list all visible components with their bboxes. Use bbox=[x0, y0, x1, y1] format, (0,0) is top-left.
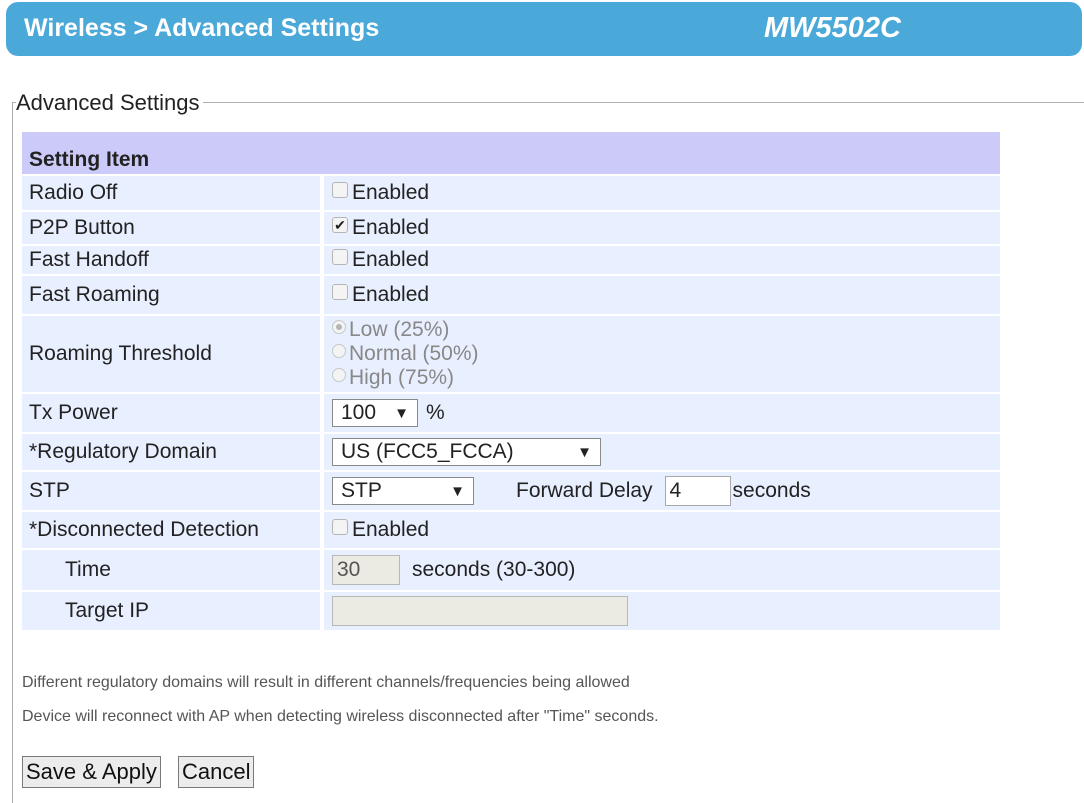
roaming-threshold-high-radio bbox=[332, 368, 346, 382]
time-input[interactable]: 30 bbox=[332, 555, 400, 585]
target-ip-label: Target IP bbox=[65, 599, 150, 622]
tx-power-value: 100 bbox=[341, 401, 377, 424]
row-stp: STP STP ▼ Forward Delay 4 seconds bbox=[22, 470, 1000, 510]
roaming-threshold-option-low: Low (25%) bbox=[332, 318, 479, 342]
row-fast-roaming: Fast Roaming Enabled bbox=[22, 274, 1000, 314]
radio-off-label: Radio Off bbox=[29, 181, 118, 204]
row-time: Time 30 seconds (30-300) bbox=[22, 548, 1000, 590]
fast-handoff-enabled-label: Enabled bbox=[352, 248, 430, 271]
p2p-button-checkbox[interactable]: ✔ bbox=[332, 217, 348, 233]
fast-roaming-checkbox[interactable] bbox=[332, 284, 348, 300]
tx-power-select[interactable]: 100 ▼ bbox=[332, 399, 418, 427]
disconnected-detection-enabled-label: Enabled bbox=[352, 518, 430, 541]
fieldset-legend: Advanced Settings bbox=[16, 90, 204, 116]
row-tx-power: Tx Power 100 ▼ % bbox=[22, 392, 1000, 432]
roaming-threshold-radio-group: Low (25%) Normal (50%) High (75%) bbox=[332, 318, 479, 390]
row-disconnected-detection: *Disconnected Detection Enabled bbox=[22, 510, 1000, 548]
roaming-threshold-low-radio bbox=[332, 320, 346, 334]
target-ip-input[interactable] bbox=[332, 596, 628, 626]
device-model: MW5502C bbox=[764, 12, 901, 44]
roaming-threshold-option-normal: Normal (50%) bbox=[332, 342, 479, 366]
cancel-button[interactable]: Cancel bbox=[178, 756, 255, 788]
roaming-threshold-normal-radio bbox=[332, 344, 346, 358]
column-header-setting-item: Setting Item bbox=[29, 148, 150, 171]
page-title: Wireless > Advanced Settings bbox=[24, 14, 380, 42]
settings-table: Setting Item Radio Off Enabled P2P Butto… bbox=[22, 132, 1000, 630]
row-roaming-threshold: Roaming Threshold Low (25%) Normal (50%)… bbox=[22, 314, 1000, 392]
row-fast-handoff: Fast Handoff Enabled bbox=[22, 244, 1000, 274]
roaming-threshold-low-label: Low (25%) bbox=[349, 318, 450, 341]
roaming-threshold-normal-label: Normal (50%) bbox=[349, 342, 479, 365]
disconnected-detection-label: *Disconnected Detection bbox=[29, 518, 259, 541]
row-radio-off: Radio Off Enabled bbox=[22, 174, 1000, 210]
chevron-down-icon: ▼ bbox=[450, 482, 465, 500]
forward-delay-unit: seconds bbox=[732, 479, 811, 502]
note-regulatory-domain: Different regulatory domains will result… bbox=[22, 674, 630, 691]
forward-delay-input[interactable]: 4 bbox=[664, 476, 731, 506]
chevron-down-icon: ▼ bbox=[577, 443, 592, 461]
page-header: Wireless > Advanced Settings MW5502C bbox=[6, 2, 1082, 56]
regulatory-domain-value: US (FCC5_FCCA) bbox=[341, 440, 514, 463]
row-target-ip: Target IP bbox=[22, 590, 1000, 630]
save-apply-button[interactable]: Save & Apply bbox=[22, 756, 161, 788]
fast-roaming-enabled-label: Enabled bbox=[352, 283, 430, 306]
tx-power-label: Tx Power bbox=[29, 401, 118, 424]
regulatory-domain-select[interactable]: US (FCC5_FCCA) ▼ bbox=[332, 438, 601, 466]
radio-off-enabled-label: Enabled bbox=[352, 181, 430, 204]
roaming-threshold-label: Roaming Threshold bbox=[29, 342, 212, 365]
tx-power-unit: % bbox=[426, 401, 445, 424]
fast-roaming-label: Fast Roaming bbox=[29, 283, 160, 306]
stp-value: STP bbox=[341, 479, 382, 502]
note-disconnected-detection: Device will reconnect with AP when detec… bbox=[22, 708, 659, 725]
fast-handoff-checkbox[interactable] bbox=[332, 249, 348, 265]
time-label: Time bbox=[65, 558, 111, 581]
disconnected-detection-checkbox[interactable] bbox=[332, 519, 348, 535]
p2p-button-label: P2P Button bbox=[29, 216, 135, 239]
regulatory-domain-label: *Regulatory Domain bbox=[29, 440, 217, 463]
roaming-threshold-option-high: High (75%) bbox=[332, 366, 479, 390]
p2p-button-enabled-label: Enabled bbox=[352, 216, 430, 239]
table-header: Setting Item bbox=[22, 132, 1000, 174]
stp-label: STP bbox=[29, 479, 70, 502]
chevron-down-icon: ▼ bbox=[394, 404, 409, 422]
radio-off-checkbox[interactable] bbox=[332, 182, 348, 198]
roaming-threshold-high-label: High (75%) bbox=[349, 366, 455, 389]
row-p2p-button: P2P Button ✔ Enabled bbox=[22, 210, 1000, 244]
time-unit: seconds (30-300) bbox=[412, 558, 576, 581]
stp-select[interactable]: STP ▼ bbox=[332, 477, 474, 505]
fast-handoff-label: Fast Handoff bbox=[29, 248, 149, 271]
forward-delay-label: Forward Delay bbox=[516, 479, 653, 502]
row-regulatory-domain: *Regulatory Domain US (FCC5_FCCA) ▼ bbox=[22, 432, 1000, 470]
